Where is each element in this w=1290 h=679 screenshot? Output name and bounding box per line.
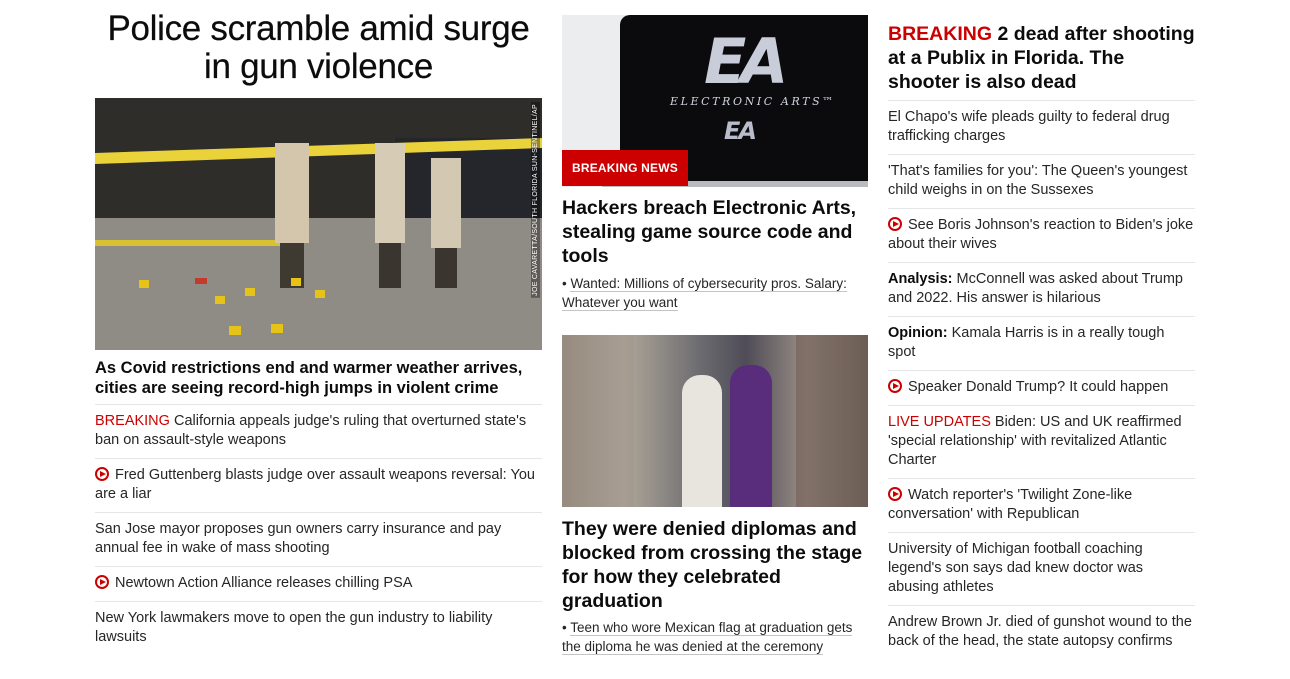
story-link[interactable]: Fred Guttenberg blasts judge over assaul… [95, 467, 535, 502]
lead-headline[interactable]: Police scramble amid surge in gun violen… [95, 9, 542, 86]
list-item[interactable]: BREAKING California appeals judge's ruli… [95, 404, 542, 458]
related-link[interactable]: Wanted: Millions of cybersecurity pros. … [562, 276, 847, 311]
list-item[interactable]: Newtown Action Alliance releases chillin… [95, 566, 542, 601]
breaking-headline[interactable]: BREAKING 2 dead after shooting at a Publ… [888, 22, 1195, 94]
breaking-label: BREAKING [95, 413, 170, 429]
analysis-label: Analysis: [888, 271, 953, 287]
ea-headline[interactable]: Hackers breach Electronic Arts, stealing… [562, 196, 868, 268]
list-item[interactable]: New York lawmakers move to open the gun … [95, 601, 542, 655]
related-link-item[interactable]: • Wanted: Millions of cybersecurity pros… [562, 274, 868, 312]
list-item[interactable]: Fred Guttenberg blasts judge over assaul… [95, 458, 542, 512]
story-link[interactable]: El Chapo's wife pleads guilty to federal… [888, 109, 1170, 144]
graduation-headline[interactable]: They were denied diplomas and blocked fr… [562, 517, 868, 613]
middle-stories-column: EA ELECTRONIC ARTS™ EA BREAKING NEWS Hac… [562, 15, 868, 656]
student-figure [682, 375, 722, 507]
list-item[interactable]: Speaker Donald Trump? It could happen [888, 370, 1195, 405]
story-link[interactable]: Andrew Brown Jr. died of gunshot wound t… [888, 614, 1192, 649]
graduate-figure [730, 365, 772, 507]
story-link[interactable]: New York lawmakers move to open the gun … [95, 610, 492, 645]
story-link[interactable]: 'That's families for you': The Queen's y… [888, 163, 1187, 198]
ea-logo-small: EA [724, 117, 757, 145]
play-video-icon [888, 379, 902, 393]
lead-related-list: BREAKING California appeals judge's ruli… [95, 404, 542, 655]
blurred-edge [796, 335, 868, 507]
photo-credit: JOE CAVARETTA/SOUTH FLORIDA SUN-SENTINEL… [531, 102, 540, 298]
play-video-icon [95, 467, 109, 481]
play-video-icon [95, 575, 109, 589]
opinion-label: Opinion: [888, 325, 948, 341]
list-item[interactable]: Andrew Brown Jr. died of gunshot wound t… [888, 605, 1195, 659]
list-item[interactable]: San Jose mayor proposes gun owners carry… [95, 512, 542, 566]
headlines-column: BREAKING 2 dead after shooting at a Publ… [888, 22, 1195, 659]
list-item[interactable]: LIVE UPDATES Biden: US and UK reaffirmed… [888, 405, 1195, 478]
top-stories-column: Police scramble amid surge in gun violen… [95, 9, 542, 655]
graduation-photo[interactable] [562, 335, 868, 507]
list-item[interactable]: Analysis: McConnell was asked about Trum… [888, 262, 1195, 316]
list-item[interactable]: University of Michigan football coaching… [888, 532, 1195, 605]
breaking-label: BREAKING [888, 23, 993, 45]
story-link[interactable]: University of Michigan football coaching… [888, 541, 1143, 595]
police-scene-illustration [95, 98, 542, 350]
electronic-arts-photo[interactable]: EA ELECTRONIC ARTS™ EA BREAKING NEWS [562, 15, 868, 187]
list-item[interactable]: Watch reporter's 'Twilight Zone-like con… [888, 478, 1195, 532]
lead-subheadline[interactable]: As Covid restrictions end and warmer wea… [95, 358, 542, 398]
story-link[interactable]: Watch reporter's 'Twilight Zone-like con… [888, 487, 1132, 522]
ea-logo: EA [704, 25, 788, 98]
list-item[interactable]: See Boris Johnson's reaction to Biden's … [888, 208, 1195, 262]
headlines-list: El Chapo's wife pleads guilty to federal… [888, 100, 1195, 659]
list-item[interactable]: 'That's families for you': The Queen's y… [888, 154, 1195, 208]
live-updates-label: LIVE UPDATES [888, 414, 991, 430]
breaking-news-badge: BREAKING NEWS [562, 150, 688, 186]
story-link[interactable]: Speaker Donald Trump? It could happen [908, 379, 1168, 395]
list-item[interactable]: Opinion: Kamala Harris is in a really to… [888, 316, 1195, 370]
related-link[interactable]: Teen who wore Mexican flag at graduation… [562, 620, 853, 655]
play-video-icon [888, 217, 902, 231]
story-link[interactable]: San Jose mayor proposes gun owners carry… [95, 521, 501, 556]
blurred-edge [562, 335, 634, 507]
ea-wordmark: ELECTRONIC ARTS™ [670, 95, 836, 108]
related-link-item[interactable]: • Teen who wore Mexican flag at graduati… [562, 618, 868, 656]
police-scene-photo[interactable]: JOE CAVARETTA/SOUTH FLORIDA SUN-SENTINEL… [95, 98, 542, 350]
story-link[interactable]: Newtown Action Alliance releases chillin… [115, 575, 412, 591]
play-video-icon [888, 487, 902, 501]
list-item[interactable]: El Chapo's wife pleads guilty to federal… [888, 100, 1195, 154]
story-link[interactable]: See Boris Johnson's reaction to Biden's … [888, 217, 1193, 252]
